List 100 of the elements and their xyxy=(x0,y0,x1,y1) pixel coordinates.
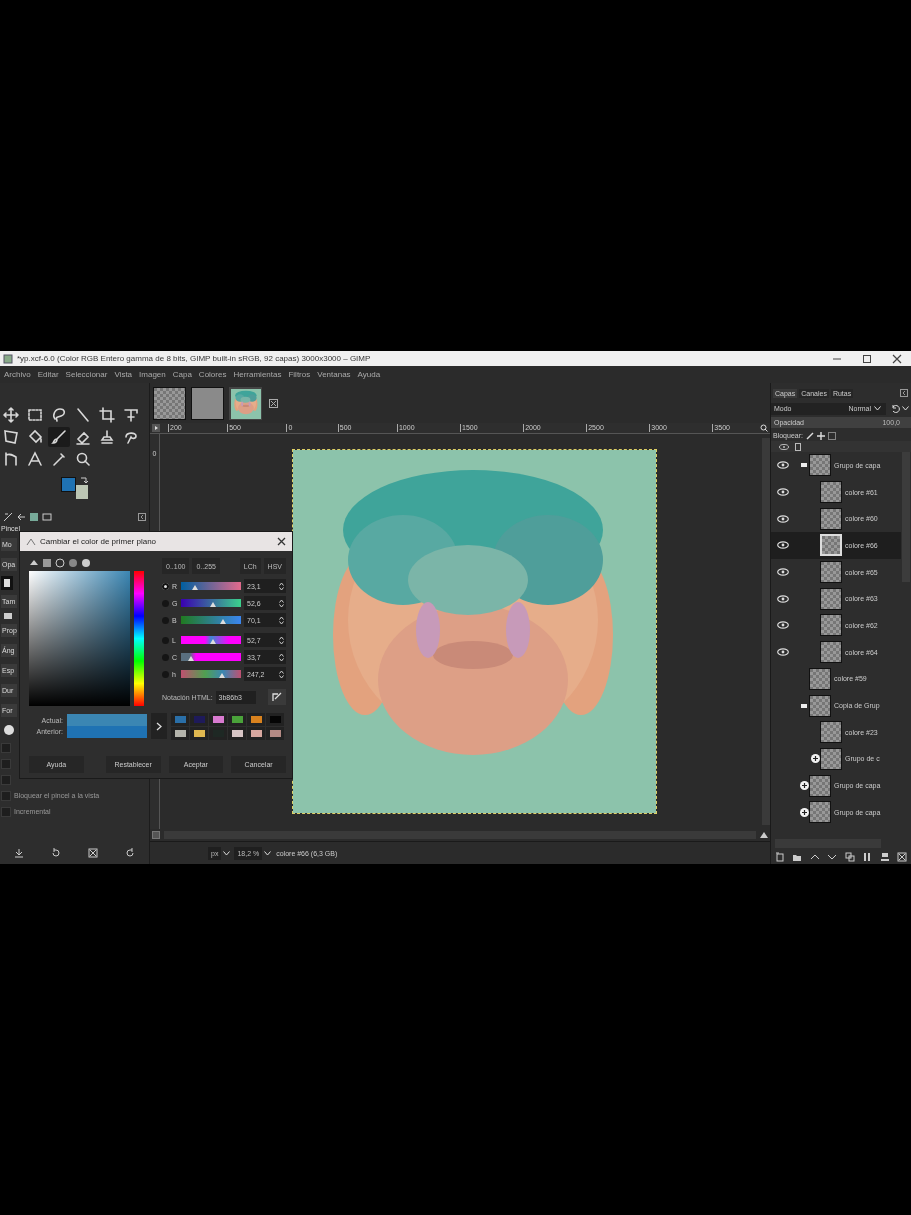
radio-button[interactable] xyxy=(162,582,169,590)
merge-icon[interactable] xyxy=(862,852,873,862)
menu-item[interactable]: Ventanas xyxy=(317,370,351,379)
close-icon[interactable] xyxy=(269,398,278,408)
close-icon[interactable] xyxy=(277,537,286,546)
spin-arrows-icon[interactable] xyxy=(279,598,284,608)
reset-icon[interactable] xyxy=(125,848,136,858)
undo-history-tab-icon[interactable] xyxy=(16,512,26,522)
layer-thumbnail[interactable] xyxy=(809,774,831,797)
menu-item[interactable]: Ayuda xyxy=(357,370,381,379)
slider-track[interactable] xyxy=(181,616,241,624)
spin-arrows-icon[interactable] xyxy=(279,669,284,679)
history-swatch[interactable] xyxy=(247,712,265,726)
history-swatch[interactable] xyxy=(171,726,189,740)
history-swatch[interactable] xyxy=(190,712,208,726)
paintbrush-icon[interactable] xyxy=(48,427,70,447)
image-thumbnail[interactable] xyxy=(191,386,224,420)
history-swatch[interactable] xyxy=(209,712,227,726)
checkbox[interactable] xyxy=(1,774,11,785)
brush-preview-icon[interactable] xyxy=(1,576,13,590)
history-swatch[interactable] xyxy=(266,712,284,726)
menu-item[interactable]: Archivo xyxy=(4,370,31,379)
slider-track[interactable] xyxy=(181,636,241,644)
layer-thumbnail[interactable] xyxy=(809,801,831,824)
layer-thumbnail[interactable] xyxy=(809,667,831,690)
layer-thumbnail[interactable] xyxy=(820,641,842,664)
slider-track[interactable] xyxy=(181,599,241,607)
expand-icon[interactable] xyxy=(799,781,809,791)
slider-thumb[interactable] xyxy=(209,602,216,607)
layer-thumbnail[interactable] xyxy=(820,614,842,637)
expand-icon[interactable] xyxy=(799,807,809,817)
layer-thumbnail[interactable] xyxy=(820,721,842,744)
new-group-icon[interactable] xyxy=(792,852,803,862)
navigate-icon[interactable] xyxy=(760,831,768,839)
menu-item[interactable]: Vista xyxy=(114,370,133,379)
history-swatch[interactable] xyxy=(228,726,246,740)
menu-item[interactable]: Capa xyxy=(172,370,192,379)
save-icon[interactable] xyxy=(13,848,24,858)
close-icon[interactable] xyxy=(892,353,902,364)
spin-arrows-icon[interactable] xyxy=(279,635,284,645)
dock-menu-icon[interactable] xyxy=(138,513,146,521)
expand-icon[interactable] xyxy=(810,754,820,764)
slider-thumb[interactable] xyxy=(191,585,198,590)
lock-position-icon[interactable] xyxy=(816,431,825,440)
eye-icon[interactable] xyxy=(777,594,789,603)
eye-icon[interactable] xyxy=(777,461,789,470)
history-swatch[interactable] xyxy=(190,726,208,740)
cmyk-selector-icon[interactable] xyxy=(42,558,52,568)
history-swatch[interactable] xyxy=(171,712,189,726)
menu-item[interactable]: Editar xyxy=(37,370,59,379)
history-swatch[interactable] xyxy=(247,726,265,740)
layer-thumbnail[interactable] xyxy=(820,507,842,530)
eye-icon[interactable] xyxy=(779,443,789,450)
eye-icon[interactable] xyxy=(777,488,789,497)
checkbox[interactable] xyxy=(1,758,11,769)
eye-icon[interactable] xyxy=(777,648,789,657)
layer-thumbnail[interactable] xyxy=(820,561,842,584)
background-color-swatch[interactable] xyxy=(76,485,88,499)
previous-color-swatch[interactable] xyxy=(67,726,147,738)
lock-alpha-icon[interactable] xyxy=(827,431,836,440)
scrollbar[interactable] xyxy=(902,452,910,582)
slider-thumb[interactable] xyxy=(220,619,227,624)
images-tab-icon[interactable] xyxy=(29,512,39,522)
radio-button[interactable] xyxy=(162,636,169,644)
menu-item[interactable]: Seleccionar xyxy=(65,370,108,379)
wheel-selector-icon[interactable] xyxy=(55,558,65,568)
delete-icon[interactable] xyxy=(897,852,908,862)
history-swatch[interactable] xyxy=(228,712,246,726)
eye-icon[interactable] xyxy=(777,514,789,523)
layer-thumbnail[interactable] xyxy=(809,454,831,477)
lock-pixels-icon[interactable] xyxy=(805,431,814,440)
menu-item[interactable]: Filtros xyxy=(288,370,311,379)
layer-thumbnail[interactable] xyxy=(809,694,831,717)
slider-thumb[interactable] xyxy=(188,656,195,661)
radio-button[interactable] xyxy=(162,670,169,678)
eye-icon[interactable] xyxy=(777,541,789,550)
anchor-icon[interactable] xyxy=(879,852,890,862)
collapse-icon[interactable] xyxy=(801,703,807,708)
image-thumbnail[interactable] xyxy=(153,386,186,420)
spin-arrows-icon[interactable] xyxy=(279,652,284,662)
radio-button[interactable] xyxy=(162,616,169,624)
maximize-icon[interactable] xyxy=(862,353,872,364)
new-layer-icon[interactable] xyxy=(774,852,785,862)
eye-icon[interactable] xyxy=(777,568,789,577)
checkbox[interactable] xyxy=(1,806,11,817)
menu-item[interactable]: Colores xyxy=(198,370,227,379)
chain-icon[interactable] xyxy=(795,442,801,451)
dock-menu-icon[interactable] xyxy=(900,389,908,397)
zoom-icon[interactable] xyxy=(760,424,768,432)
slider-thumb[interactable] xyxy=(219,673,226,678)
devices-tab-icon[interactable] xyxy=(42,512,52,522)
spin-arrows-icon[interactable] xyxy=(279,581,284,591)
radio-button[interactable] xyxy=(162,599,169,607)
foreground-color-swatch[interactable] xyxy=(61,477,76,492)
lower-icon[interactable] xyxy=(827,852,838,862)
restore-icon[interactable] xyxy=(50,848,61,858)
eye-icon[interactable] xyxy=(777,621,789,630)
radio-button[interactable] xyxy=(162,653,169,661)
hue-strip[interactable] xyxy=(134,571,144,706)
color-square[interactable] xyxy=(29,571,130,706)
